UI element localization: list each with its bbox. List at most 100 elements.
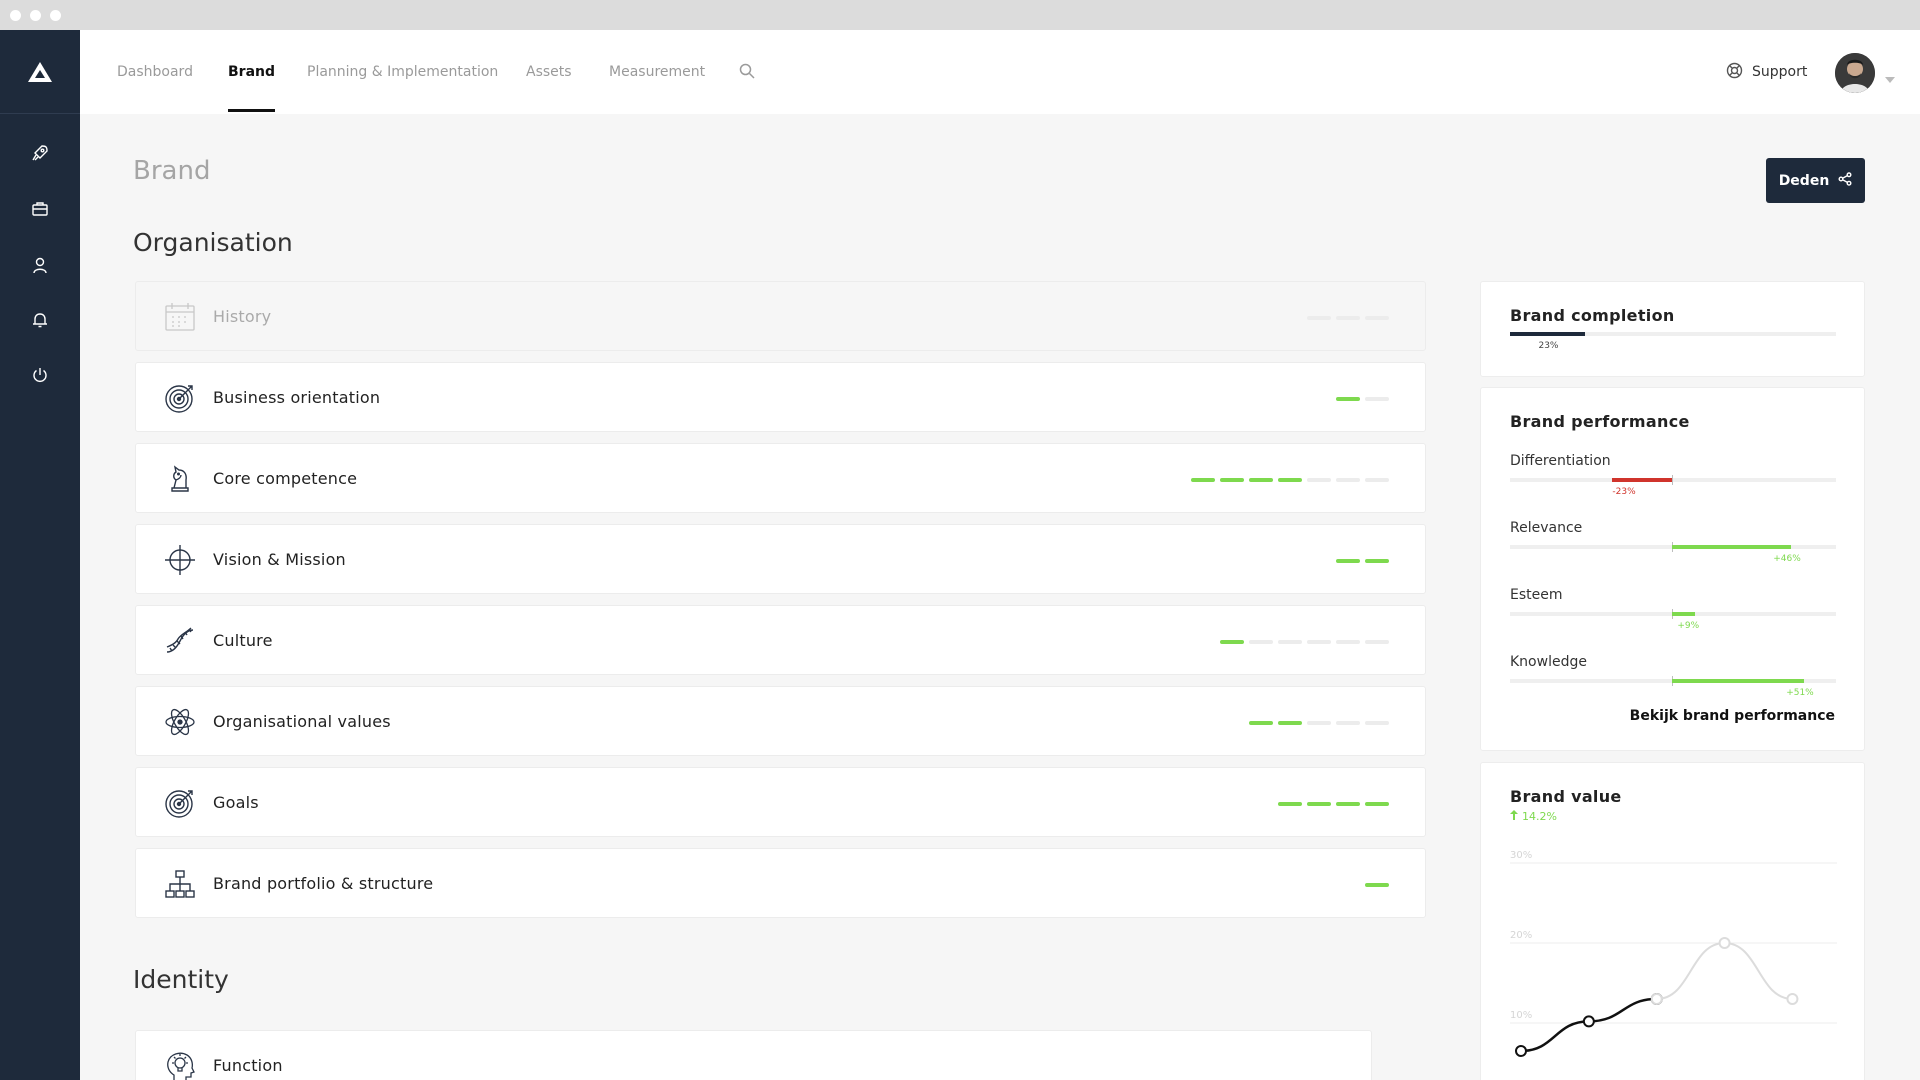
list-item-brand-portfolio-structure[interactable]: Brand portfolio & structure: [135, 848, 1426, 918]
progress-dash: [1365, 721, 1389, 725]
rocket-icon[interactable]: [28, 141, 52, 165]
org-chart-icon: [164, 868, 196, 900]
progress-dash: [1365, 397, 1389, 401]
panel-title: Brand completion: [1510, 306, 1675, 325]
data-point[interactable]: [1582, 1015, 1595, 1028]
progress-dash: [1365, 559, 1389, 563]
progress-dash: [1365, 478, 1389, 482]
page-title: Brand: [133, 156, 211, 186]
list-item-label: History: [213, 307, 272, 326]
progress-dash: [1365, 883, 1389, 887]
user-icon[interactable]: [28, 253, 52, 277]
target-icon: [164, 787, 196, 819]
window-minimize-dot[interactable]: [30, 10, 41, 21]
list-item-label: Culture: [213, 631, 273, 650]
lifebuoy-icon: [1726, 62, 1743, 83]
metric-percentage: +51%: [1786, 688, 1814, 698]
share-icon: [1838, 171, 1852, 190]
support-label: Support: [1752, 64, 1808, 80]
target-icon: [164, 382, 196, 414]
tab-assets[interactable]: Assets: [526, 30, 572, 114]
completion-track: 23%: [1510, 332, 1836, 351]
metric-label-esteem: Esteem: [1510, 587, 1563, 603]
section-title-identity: Identity: [133, 965, 229, 994]
avatar[interactable]: [1835, 53, 1875, 93]
data-point[interactable]: [1650, 993, 1663, 1005]
list-item-core-competence[interactable]: Core competence: [135, 443, 1426, 513]
completion-percentage: 23%: [1538, 341, 1559, 351]
data-point[interactable]: [1718, 937, 1731, 949]
view-brand-performance-link[interactable]: Bekijk brand performance: [1630, 708, 1835, 724]
list-item-label: Vision & Mission: [213, 550, 346, 569]
tab-brand[interactable]: Brand: [228, 30, 276, 114]
chevron-down-icon[interactable]: [1885, 68, 1895, 87]
metric-track-knowledge: +51%: [1510, 676, 1836, 698]
search-icon[interactable]: [739, 63, 757, 81]
progress-dash: [1249, 640, 1273, 644]
tab-planning-implementation[interactable]: Planning & Implementation: [307, 30, 498, 114]
list-item-function[interactable]: Function: [135, 1030, 1372, 1080]
progress-dash: [1307, 316, 1331, 320]
window-close-dot[interactable]: [10, 10, 21, 21]
window-maximize-dot[interactable]: [50, 10, 61, 21]
metric-percentage: +46%: [1773, 554, 1801, 564]
progress-dash: [1278, 640, 1302, 644]
progress-indicator: [1307, 316, 1389, 320]
calendar-icon: [164, 301, 196, 333]
completion-bar-fill: [1510, 332, 1585, 336]
brand-performance-panel: Brand performance Differentiation -23% R…: [1480, 387, 1865, 751]
progress-dash: [1249, 478, 1273, 482]
metric-bar-fill: [1612, 478, 1672, 482]
chess-knight-icon: [164, 463, 196, 495]
progress-dash: [1336, 316, 1360, 320]
y-tick-label: 10%: [1510, 1010, 1532, 1021]
briefcase-icon[interactable]: [28, 197, 52, 221]
progress-dash: [1220, 640, 1244, 644]
list-item-label: Goals: [213, 793, 259, 812]
progress-indicator: [1336, 397, 1389, 401]
brand-logo-icon[interactable]: [0, 30, 80, 114]
share-button[interactable]: Deden: [1766, 158, 1865, 203]
share-button-label: Deden: [1778, 172, 1830, 189]
tab-measurement[interactable]: Measurement: [609, 30, 705, 114]
brand-value-panel: Brand value 14.2% 30% 20% 10%: [1480, 762, 1865, 1080]
panel-title: Brand performance: [1510, 412, 1690, 431]
list-item-business-orientation[interactable]: Business orientation: [135, 362, 1426, 432]
progress-dash: [1278, 802, 1302, 806]
list-item-culture[interactable]: Culture: [135, 605, 1426, 675]
top-navigation: Dashboard Brand Planning & Implementatio…: [80, 30, 1920, 114]
dna-icon: [164, 625, 196, 657]
list-item-label: Brand portfolio & structure: [213, 874, 434, 893]
metric-label-relevance: Relevance: [1510, 520, 1583, 536]
progress-dash: [1336, 397, 1360, 401]
progress-dash: [1278, 721, 1302, 725]
brand-value-chart: 30% 20% 10%: [1510, 850, 1837, 1057]
progress-indicator: [1220, 640, 1389, 644]
progress-dash: [1307, 802, 1331, 806]
bell-icon[interactable]: [28, 308, 52, 332]
progress-dash: [1307, 478, 1331, 482]
metric-bar-fill: [1672, 545, 1792, 549]
list-item-label: Function: [213, 1056, 283, 1075]
list-item-vision-mission[interactable]: Vision & Mission: [135, 524, 1426, 594]
power-icon[interactable]: [28, 363, 52, 387]
progress-dash: [1336, 640, 1360, 644]
metric-label-knowledge: Knowledge: [1510, 654, 1587, 670]
metric-bar-fill: [1672, 612, 1696, 616]
progress-dash: [1336, 721, 1360, 725]
progress-dash: [1336, 802, 1360, 806]
head-lightbulb-icon: [164, 1050, 196, 1080]
support-link[interactable]: Support: [1726, 30, 1807, 114]
progress-dash: [1307, 721, 1331, 725]
section-title-organisation: Organisation: [133, 228, 293, 257]
list-item-organisational-values[interactable]: Organisational values: [135, 686, 1426, 756]
progress-dash: [1365, 640, 1389, 644]
metric-track-differentiation: -23%: [1510, 475, 1836, 497]
list-item-goals[interactable]: Goals: [135, 767, 1426, 837]
tab-dashboard[interactable]: Dashboard: [117, 30, 193, 114]
progress-dash: [1336, 478, 1360, 482]
data-point[interactable]: [1515, 1045, 1527, 1057]
list-item-history[interactable]: History: [135, 281, 1426, 351]
progress-dash: [1278, 478, 1302, 482]
data-point[interactable]: [1786, 993, 1799, 1005]
